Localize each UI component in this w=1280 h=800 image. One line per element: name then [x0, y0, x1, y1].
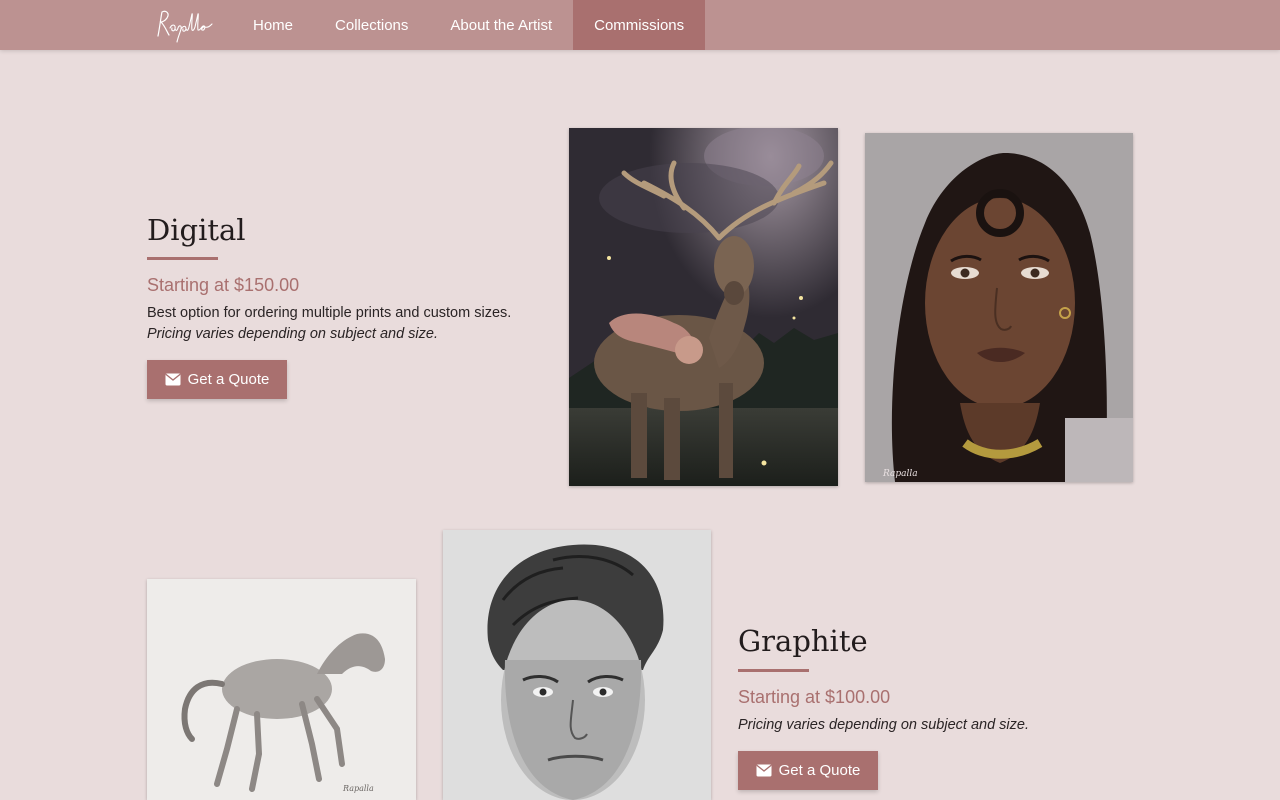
- horse-drawing-signature: Rapalla: [342, 784, 374, 793]
- woman-portrait-image[interactable]: Rapalla: [865, 133, 1133, 482]
- woman-portrait-signature: Rapalla: [882, 469, 918, 479]
- graphite-get-quote-button[interactable]: Get a Quote: [738, 751, 878, 790]
- envelope-icon: [756, 764, 772, 777]
- signature-logo-icon: [157, 10, 213, 43]
- digital-title-underline: [147, 257, 218, 260]
- graphite-title-underline: [738, 669, 809, 672]
- nav-commissions[interactable]: Commissions: [573, 0, 706, 50]
- deer-painting-artwork: [569, 128, 838, 486]
- graphite-price: Starting at $100.00: [738, 687, 891, 707]
- digital-description: Best option for ordering multiple prints…: [147, 305, 512, 321]
- nav-collections[interactable]: Collections: [314, 0, 429, 50]
- digital-price: Starting at $150.00: [147, 275, 300, 295]
- horse-drawing-image[interactable]: Rapalla: [147, 579, 416, 800]
- digital-pricing-note: Pricing varies depending on subject and …: [147, 326, 438, 342]
- envelope-icon: [165, 373, 181, 386]
- man-portrait-image[interactable]: [443, 530, 711, 800]
- graphite-title: Graphite: [738, 624, 868, 658]
- woman-portrait-artwork: Rapalla: [865, 133, 1133, 482]
- digital-get-quote-button[interactable]: Get a Quote: [147, 360, 287, 399]
- nav-home[interactable]: Home: [232, 0, 314, 50]
- graphite-get-quote-label: Get a Quote: [778, 762, 861, 779]
- digital-title: Digital: [147, 213, 246, 247]
- digital-get-quote-label: Get a Quote: [187, 371, 270, 388]
- deer-painting-image[interactable]: [569, 128, 838, 486]
- site-logo[interactable]: [150, 2, 220, 48]
- man-portrait-artwork: [443, 530, 711, 800]
- top-navbar: Home Collections About the Artist Commis…: [0, 0, 1280, 50]
- nav-about-the-artist[interactable]: About the Artist: [429, 0, 573, 50]
- horse-drawing-artwork: Rapalla: [147, 579, 416, 800]
- graphite-pricing-note: Pricing varies depending on subject and …: [738, 717, 1029, 733]
